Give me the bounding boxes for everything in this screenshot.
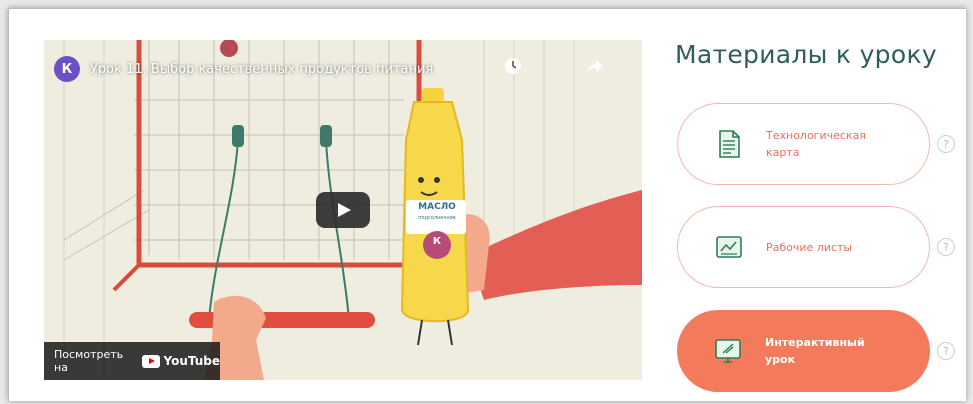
tech-map-label: Технологическая карта <box>766 127 866 161</box>
bottle-badge: К <box>432 236 442 247</box>
worksheets-label: Рабочие листы <box>766 240 853 254</box>
help-icon[interactable]: ? <box>937 135 955 153</box>
help-icon[interactable]: ? <box>937 238 955 256</box>
youtube-label: YouTube <box>163 354 220 368</box>
clock-icon[interactable] <box>502 57 524 79</box>
watch-on-youtube-button[interactable]: Посмотреть на YouTube <box>44 342 220 380</box>
interactive-screen-icon <box>715 339 741 363</box>
interactive-lesson-label: Интерактивный урок <box>765 334 865 368</box>
worksheet-icon <box>716 236 742 258</box>
tech-map-label-line1: Технологическая <box>766 129 866 142</box>
share-icon[interactable] <box>584 57 606 79</box>
interactive-lesson-label-line2: урок <box>765 353 796 366</box>
help-icon[interactable]: ? <box>937 342 955 360</box>
tech-map-label-line2: карта <box>766 146 800 159</box>
channel-avatar[interactable]: К <box>54 56 80 82</box>
interactive-lesson-button[interactable]: Интерактивный урок <box>677 310 930 392</box>
play-icon[interactable] <box>316 192 370 228</box>
interactive-lesson-label-line1: Интерактивный <box>765 336 865 349</box>
bottle-sublabel: подсолнечное <box>418 215 456 221</box>
tech-map-button[interactable]: Технологическая карта <box>677 103 930 185</box>
video-player[interactable]: МАСЛО подсолнечное К К Урок 11. Выбор ка… <box>44 40 642 380</box>
video-title[interactable]: Урок 11. Выбор качественных продуктов пи… <box>90 62 433 77</box>
watch-on-label: Посмотреть на <box>54 348 124 374</box>
video-title-bar: К Урок 11. Выбор качественных продуктов … <box>54 56 433 82</box>
document-icon <box>719 130 740 158</box>
bottle-label: МАСЛО <box>418 202 456 212</box>
materials-title: Материалы к уроку <box>675 40 937 69</box>
worksheets-button[interactable]: Рабочие листы <box>677 206 930 288</box>
youtube-icon <box>142 354 161 368</box>
youtube-logo: YouTube <box>142 354 220 368</box>
